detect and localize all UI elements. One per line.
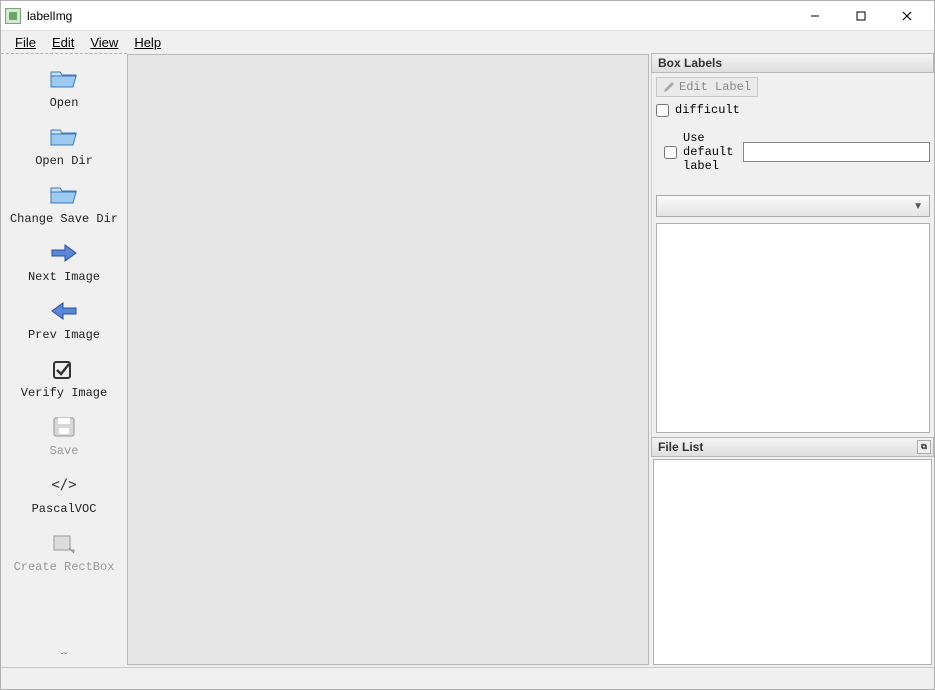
menu-view[interactable]: View xyxy=(82,33,126,52)
check-icon xyxy=(48,356,80,382)
open-button[interactable]: Open xyxy=(9,62,119,116)
file-list-header[interactable]: File List ⧉ xyxy=(651,437,934,457)
edit-label-text: Edit Label xyxy=(679,80,751,94)
use-default-label-text: Use default label xyxy=(683,131,737,173)
toolbar-overflow-icon[interactable]: ˇˇ xyxy=(1,652,127,663)
main-area: Open Open Dir Change Save Dir xyxy=(1,53,934,667)
menu-file[interactable]: File xyxy=(7,33,44,52)
format-button[interactable]: </> PascalVOC xyxy=(9,468,119,522)
change-save-dir-button[interactable]: Change Save Dir xyxy=(9,178,119,232)
toolbar: Open Open Dir Change Save Dir xyxy=(1,53,127,667)
create-rectbox-button[interactable]: Create RectBox xyxy=(9,526,119,580)
use-default-label-checkbox[interactable] xyxy=(664,146,677,159)
menu-help[interactable]: Help xyxy=(126,33,169,52)
app-icon xyxy=(5,8,21,24)
verify-image-label: Verify Image xyxy=(21,386,107,400)
difficult-label: difficult xyxy=(675,103,740,117)
verify-image-button[interactable]: Verify Image xyxy=(9,352,119,406)
undock-icon[interactable]: ⧉ xyxy=(917,440,931,454)
window-title: labelImg xyxy=(27,9,72,23)
box-labels-panel: Box Labels Edit Label difficult Use defa… xyxy=(651,53,934,437)
prev-image-label: Prev Image xyxy=(28,328,100,342)
folder-icon xyxy=(48,66,80,92)
open-dir-button[interactable]: Open Dir xyxy=(9,120,119,174)
save-icon xyxy=(48,414,80,440)
folder-icon xyxy=(48,182,80,208)
save-button[interactable]: Save xyxy=(9,410,119,464)
arrow-right-icon xyxy=(48,240,80,266)
default-label-input[interactable] xyxy=(743,142,930,162)
next-image-button[interactable]: Next Image xyxy=(9,236,119,290)
file-list-panel: File List ⧉ xyxy=(651,437,934,667)
maximize-button[interactable] xyxy=(838,1,884,31)
edit-label-button[interactable]: Edit Label xyxy=(656,77,758,97)
statusbar xyxy=(1,667,934,689)
code-icon: </> xyxy=(48,472,80,498)
menubar: File Edit View Help xyxy=(1,31,934,53)
menu-edit[interactable]: Edit xyxy=(44,33,82,52)
label-combobox[interactable]: ▼ xyxy=(656,195,930,217)
close-button[interactable] xyxy=(884,1,930,31)
change-save-dir-label: Change Save Dir xyxy=(10,212,118,226)
create-rectbox-label: Create RectBox xyxy=(14,560,115,574)
minimize-button[interactable] xyxy=(792,1,838,31)
right-panels: Box Labels Edit Label difficult Use defa… xyxy=(651,53,934,667)
file-listbox[interactable] xyxy=(653,459,932,665)
titlebar: labelImg xyxy=(1,1,934,31)
format-label: PascalVOC xyxy=(32,502,97,516)
next-image-label: Next Image xyxy=(28,270,100,284)
open-dir-label: Open Dir xyxy=(35,154,93,168)
folder-icon xyxy=(48,124,80,150)
difficult-checkbox[interactable] xyxy=(656,104,669,117)
arrow-left-icon xyxy=(48,298,80,324)
box-labels-title: Box Labels xyxy=(658,56,722,70)
save-label: Save xyxy=(50,444,79,458)
label-listbox[interactable] xyxy=(656,223,930,433)
prev-image-button[interactable]: Prev Image xyxy=(9,294,119,348)
open-label: Open xyxy=(50,96,79,110)
chevron-down-icon: ▼ xyxy=(913,201,923,212)
file-list-title: File List xyxy=(658,440,703,454)
rect-icon xyxy=(48,530,80,556)
canvas[interactable] xyxy=(127,54,649,665)
box-labels-header[interactable]: Box Labels xyxy=(651,53,934,73)
